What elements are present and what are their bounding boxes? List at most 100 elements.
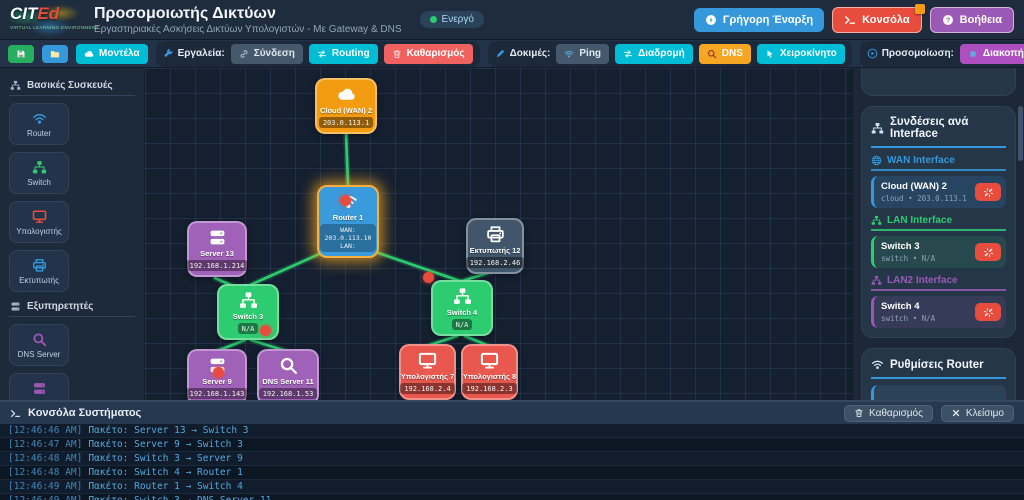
route-icon <box>317 49 327 59</box>
page-title: Προσομοιωτής Δικτύων <box>94 4 402 23</box>
connected-device-meta: switch • N/A <box>881 254 976 263</box>
unlink-icon <box>983 187 994 198</box>
manual-button[interactable]: Χειροκίνητο <box>757 44 845 64</box>
right-panel: Συνδέσεις ανά Interface WAN InterfaceClo… <box>852 68 1024 400</box>
connected-device-card: Cloud (WAN) 2cloud • 203.0.113.1 <box>871 176 1006 208</box>
routing-button[interactable]: Routing <box>309 44 378 64</box>
app-logo: CITEd VIRTUAL LEARNING ENVIRONMENT <box>10 3 82 37</box>
console-notification-badge <box>915 4 925 14</box>
console-clear-button[interactable]: Καθαρισμός <box>844 405 933 422</box>
search-icon <box>707 49 717 59</box>
unlink-icon <box>983 247 994 258</box>
sitemap-icon <box>871 215 882 226</box>
network-node-pc-7[interactable]: Υπολογιστής 7192.168.2.4 <box>399 344 456 400</box>
cursor-icon <box>765 49 775 59</box>
palette-item-switch[interactable]: Switch <box>9 152 69 194</box>
console-close-button[interactable]: Κλείσιμο <box>941 405 1014 422</box>
network-node-cloud-wan-2[interactable]: Cloud (WAN) 2203.0.113.1 <box>315 78 377 134</box>
trash-icon <box>854 408 864 418</box>
connected-device-name: Switch 3 <box>881 241 976 252</box>
sitemap-icon <box>10 80 21 91</box>
palette-item-dns-server[interactable]: DNS Server <box>9 324 69 366</box>
network-canvas[interactable]: Cloud (WAN) 2203.0.113.1Router 1WAN:203.… <box>145 68 852 400</box>
server-icon <box>208 228 227 247</box>
clear-button[interactable]: Καθαρισμός <box>384 44 473 64</box>
stats-panel-partial <box>861 68 1016 96</box>
ping-button[interactable]: Ping <box>556 44 609 64</box>
scrollbar-thumb[interactable] <box>1018 106 1023 161</box>
sitemap-icon <box>453 287 472 306</box>
divider <box>9 95 135 96</box>
node-info: WAN:203.0.113.10LAN: <box>320 224 377 252</box>
network-node-server-13[interactable]: Server 13192.168.1.214 <box>187 221 247 277</box>
node-ip-badge: 192.168.1.53 <box>259 388 318 399</box>
connected-device-card: Switch 4switch • N/A <box>871 296 1006 328</box>
console-button[interactable]: Κονσόλα <box>832 7 922 33</box>
wifi-icon <box>32 111 47 126</box>
disconnect-button[interactable] <box>975 183 1001 201</box>
svg-text:?: ? <box>945 16 949 24</box>
divider <box>871 377 1006 379</box>
network-node-pc-8[interactable]: Υπολογιστής 8192.168.2.3 <box>461 344 518 400</box>
sidebar-section-title: Βασικές Συσκευές <box>27 80 113 91</box>
network-node-switch-4[interactable]: Switch 4N/A <box>431 280 493 336</box>
save-icon <box>16 49 26 59</box>
console-log-line: [12:46:47 AM]Πακέτο: Server 9 → Switch 3 <box>0 438 1024 452</box>
palette-item-printer[interactable]: Εκτυπωτής <box>9 250 69 292</box>
save-button[interactable] <box>8 45 34 63</box>
console-log: [12:46:46 AM]Πακέτο: Server 13 → Switch … <box>0 424 1024 500</box>
search-icon <box>279 356 298 375</box>
status-badge-label: Ενεργό <box>442 14 474 25</box>
packet-dot <box>213 367 224 378</box>
log-message: Πακέτο: Switch 3 → Server 9 <box>88 454 242 464</box>
models-button[interactable]: Μοντέλα <box>76 44 148 64</box>
device-palette-sidebar: Βασικές Συσκευές Router Switch Υπολογιστής Ε… <box>0 68 145 400</box>
node-ip-badge: 192.168.2.46 <box>466 257 525 268</box>
help-button[interactable]: ? Βοήθεια <box>930 7 1014 33</box>
palette-item-router[interactable]: Router <box>9 103 69 145</box>
disconnect-button[interactable] <box>975 303 1001 321</box>
open-folder-button[interactable] <box>42 45 68 63</box>
sitemap-icon <box>871 122 884 135</box>
sidebar-section: Βασικές Συσκευές Router Switch Υπολογιστής Ε… <box>9 80 135 292</box>
toolbar: Μοντέλα Εργαλεία:ΣύνδεσηRoutingΚαθαρισμό… <box>0 40 1024 68</box>
divider <box>871 146 1006 148</box>
palette-item-server[interactable]: Server <box>9 373 69 400</box>
question-icon: ? <box>942 14 954 26</box>
node-label: Server 13 <box>200 249 234 258</box>
logo-text: CIT <box>10 4 37 23</box>
node-label: Server 9 <box>202 377 232 386</box>
status-dot-icon <box>430 16 437 23</box>
connected-device-meta: cloud • 203.0.113.1 <box>881 194 976 203</box>
printer-icon <box>32 258 47 273</box>
search-icon <box>32 332 47 347</box>
pencil-icon <box>495 48 506 59</box>
terminal-icon <box>10 408 21 419</box>
sidebar-section: ΕξυπηρετητέςDNS ServerServer <box>9 301 135 400</box>
globe-icon <box>871 155 882 166</box>
quick-start-button[interactable]: Γρήγορη Έναρξη <box>694 8 824 32</box>
main-area: Βασικές Συσκευές Router Switch Υπολογιστής Ε… <box>0 68 1024 400</box>
connected-device-card: Switch 3 switch • N/A <box>871 236 1006 268</box>
divider <box>871 289 1006 291</box>
disconnect-button[interactable] <box>975 243 1001 261</box>
network-node-dns-server-11[interactable]: DNS Server 11192.168.1.53 <box>257 349 319 400</box>
router-settings-title: Ρυθμίσεις Router <box>890 359 984 371</box>
connected-device-meta: switch • N/A <box>881 314 976 323</box>
toolbar-group: Δοκιμές:PingΔιαδρομήDNSΧειροκίνητο <box>488 41 852 67</box>
router-settings-card-partial <box>871 385 1006 400</box>
log-timestamp: [12:46:47 AM] <box>8 440 82 450</box>
stop-icon <box>968 49 978 59</box>
traceroute-button[interactable]: Διαδρομή <box>615 44 693 64</box>
toolbar-group: Εργαλεία:ΣύνδεσηRoutingΚαθαρισμός <box>156 41 480 67</box>
dns-button[interactable]: DNS <box>699 44 751 64</box>
stop-button[interactable]: Διακοπή <box>960 44 1024 64</box>
connect-button[interactable]: Σύνδεση <box>231 44 303 64</box>
network-node-printer-12[interactable]: Εκτυπωτής 12192.168.2.46 <box>466 218 524 274</box>
trash-icon <box>392 49 402 59</box>
app-header: CITEd VIRTUAL LEARNING ENVIRONMENT Προσο… <box>0 0 1024 40</box>
palette-item-computer[interactable]: Υπολογιστής <box>9 201 69 243</box>
node-label: Switch 3 <box>233 312 263 321</box>
interface-group-label: LAN2 Interface <box>887 275 958 286</box>
packet-dot <box>260 325 271 336</box>
